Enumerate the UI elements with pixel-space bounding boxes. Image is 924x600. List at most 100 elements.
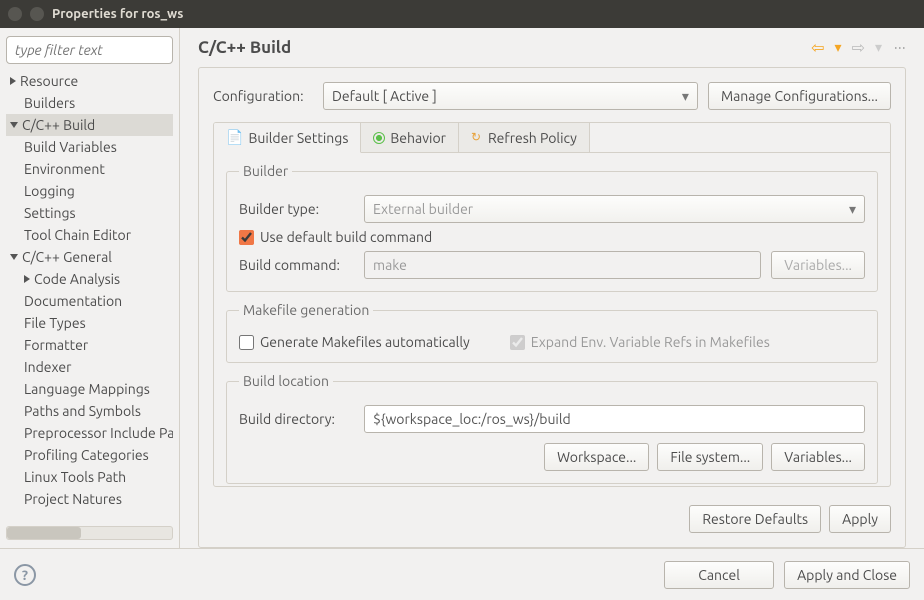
- tabs: 📄 Builder Settings Behavior ↻ Refresh Po…: [214, 123, 890, 153]
- sidebar-hscrollbar[interactable]: [6, 526, 173, 540]
- sidebar-item-paths-and-symbols[interactable]: Paths and Symbols: [6, 400, 173, 422]
- sidebar-item-builders[interactable]: Builders: [6, 92, 173, 114]
- tree-item-label: Linux Tools Path: [24, 469, 126, 485]
- chevron-down-icon: ▾: [682, 88, 689, 105]
- tree-item-label: Environment: [24, 161, 105, 177]
- builder-type-label: Builder type:: [239, 201, 354, 217]
- content: Resource Builders C/C++ Build Build Variabl…: [0, 28, 924, 548]
- sidebar-item-code-analysis[interactable]: Code Analysis: [6, 268, 173, 290]
- chevron-right-icon: [10, 77, 16, 85]
- generate-makefiles-checkbox[interactable]: [239, 335, 254, 350]
- makefile-fieldset: Makefile generation Generate Makefiles a…: [226, 302, 878, 363]
- bottom-bar: ? Cancel Apply and Close: [0, 548, 924, 600]
- tree-item-label: Resource: [20, 73, 78, 89]
- use-default-build-checkbox[interactable]: [239, 230, 254, 245]
- tree-item-label: Paths and Symbols: [24, 403, 141, 419]
- tab-refresh-policy[interactable]: ↻ Refresh Policy: [459, 123, 590, 152]
- apply-button[interactable]: Apply: [829, 505, 891, 533]
- tree-item-label: Settings: [24, 205, 76, 221]
- builder-type-value: External builder: [373, 201, 473, 217]
- configuration-value: Default [ Active ]: [332, 88, 437, 104]
- sidebar-item-settings[interactable]: Settings: [6, 202, 173, 224]
- tree-item-label: Logging: [24, 183, 75, 199]
- build-directory-input[interactable]: [364, 405, 865, 433]
- tree-item-label: Tool Chain Editor: [24, 227, 131, 243]
- manage-configurations-button[interactable]: Manage Configurations...: [708, 82, 891, 110]
- chevron-right-icon: [24, 275, 30, 283]
- view-menu-icon[interactable]: ⋮: [892, 42, 906, 54]
- sidebar-item-profiling-categories[interactable]: Profiling Categories: [6, 444, 173, 466]
- sidebar-item-indexer[interactable]: Indexer: [6, 356, 173, 378]
- main-panel: C/C++ Build ⇦ ▾ ⇨ ▾ ⋮ Configuration: Def…: [180, 28, 924, 548]
- tree-item-label: Formatter: [24, 337, 88, 353]
- build-command-label: Build command:: [239, 257, 354, 273]
- tree-item-label: Documentation: [24, 293, 122, 309]
- sidebar-item-linux-tools-path[interactable]: Linux Tools Path: [6, 466, 173, 488]
- settings-panel: Configuration: Default [ Active ] ▾ Mana…: [198, 67, 906, 548]
- tree-item-label: Language Mappings: [24, 381, 150, 397]
- behavior-icon: [373, 132, 385, 144]
- sidebar-item-preprocessor-include-paths-macros-etc-[interactable]: Preprocessor Include Paths, Macros etc.: [6, 422, 173, 444]
- filesystem-button[interactable]: File system...: [657, 443, 763, 471]
- nav-back-icon[interactable]: ⇦: [811, 38, 824, 57]
- generate-makefiles-label: Generate Makefiles automatically: [260, 334, 470, 350]
- refresh-icon: ↻: [471, 132, 483, 144]
- builder-legend: Builder: [239, 163, 292, 179]
- workspace-button[interactable]: Workspace...: [544, 443, 649, 471]
- build-location-fieldset: Build location Build directory: Workspac…: [226, 373, 878, 484]
- build-command-variables-button: Variables...: [771, 251, 865, 279]
- configuration-label: Configuration:: [213, 88, 313, 104]
- sidebar-item-c-c-build[interactable]: C/C++ Build: [6, 114, 173, 136]
- location-variables-button[interactable]: Variables...: [771, 443, 865, 471]
- sidebar-item-file-types[interactable]: File Types: [6, 312, 173, 334]
- build-location-legend: Build location: [239, 373, 333, 389]
- tree-item-label: Indexer: [24, 359, 71, 375]
- chevron-down-icon: [10, 254, 18, 260]
- sidebar-item-project-natures[interactable]: Project Natures: [6, 488, 173, 510]
- tab-behavior[interactable]: Behavior: [361, 123, 459, 152]
- tab-body: Builder Builder type: External builder ▾…: [214, 153, 890, 487]
- nav-back-menu-icon[interactable]: ▾: [835, 39, 842, 56]
- sidebar: Resource Builders C/C++ Build Build Variabl…: [0, 28, 180, 548]
- build-command-input: [364, 251, 761, 279]
- chevron-down-icon: ▾: [849, 201, 856, 218]
- sidebar-item-language-mappings[interactable]: Language Mappings: [6, 378, 173, 400]
- tree-item-label: Build Variables: [24, 139, 117, 155]
- apply-and-close-button[interactable]: Apply and Close: [784, 561, 910, 589]
- tree-item-label: Preprocessor Include Paths, Macros etc.: [24, 425, 173, 441]
- nav-fwd-menu-icon: ▾: [875, 39, 882, 56]
- close-window-icon[interactable]: [8, 7, 22, 21]
- sidebar-item-resource[interactable]: Resource: [6, 70, 173, 92]
- tab-label: Behavior: [390, 130, 446, 146]
- builder-fieldset: Builder Builder type: External builder ▾…: [226, 163, 878, 292]
- cancel-button[interactable]: Cancel: [664, 561, 774, 589]
- tree-item-label: Builders: [24, 95, 75, 111]
- tree-item-label: C/C++ General: [22, 249, 112, 265]
- sidebar-item-formatter[interactable]: Formatter: [6, 334, 173, 356]
- use-default-build-label: Use default build command: [260, 229, 432, 245]
- minimize-window-icon[interactable]: [30, 7, 44, 21]
- window-title: Properties for ros_ws: [52, 7, 183, 21]
- filter-input[interactable]: [6, 36, 173, 64]
- sidebar-item-build-variables[interactable]: Build Variables: [6, 136, 173, 158]
- tree-item-label: File Types: [24, 315, 86, 331]
- nav-forward-icon: ⇨: [852, 38, 865, 57]
- sidebar-item-tool-chain-editor[interactable]: Tool Chain Editor: [6, 224, 173, 246]
- restore-defaults-button[interactable]: Restore Defaults: [689, 505, 821, 533]
- tab-builder-settings[interactable]: 📄 Builder Settings: [214, 123, 361, 153]
- sidebar-item-logging[interactable]: Logging: [6, 180, 173, 202]
- tree-item-label: C/C++ Build: [22, 117, 95, 133]
- makefile-legend: Makefile generation: [239, 302, 373, 318]
- sidebar-item-documentation[interactable]: Documentation: [6, 290, 173, 312]
- tab-label: Refresh Policy: [488, 130, 577, 146]
- titlebar: Properties for ros_ws: [0, 0, 924, 28]
- configuration-select[interactable]: Default [ Active ] ▾: [323, 82, 698, 110]
- help-icon[interactable]: ?: [14, 564, 36, 586]
- sidebar-item-environment[interactable]: Environment: [6, 158, 173, 180]
- builder-settings-icon: 📄: [226, 129, 243, 146]
- chevron-down-icon: [10, 122, 18, 128]
- tree-item-label: Project Natures: [24, 491, 122, 507]
- page-title: C/C++ Build: [198, 38, 291, 57]
- builder-type-select[interactable]: External builder ▾: [364, 195, 865, 223]
- sidebar-item-c-c-general[interactable]: C/C++ General: [6, 246, 173, 268]
